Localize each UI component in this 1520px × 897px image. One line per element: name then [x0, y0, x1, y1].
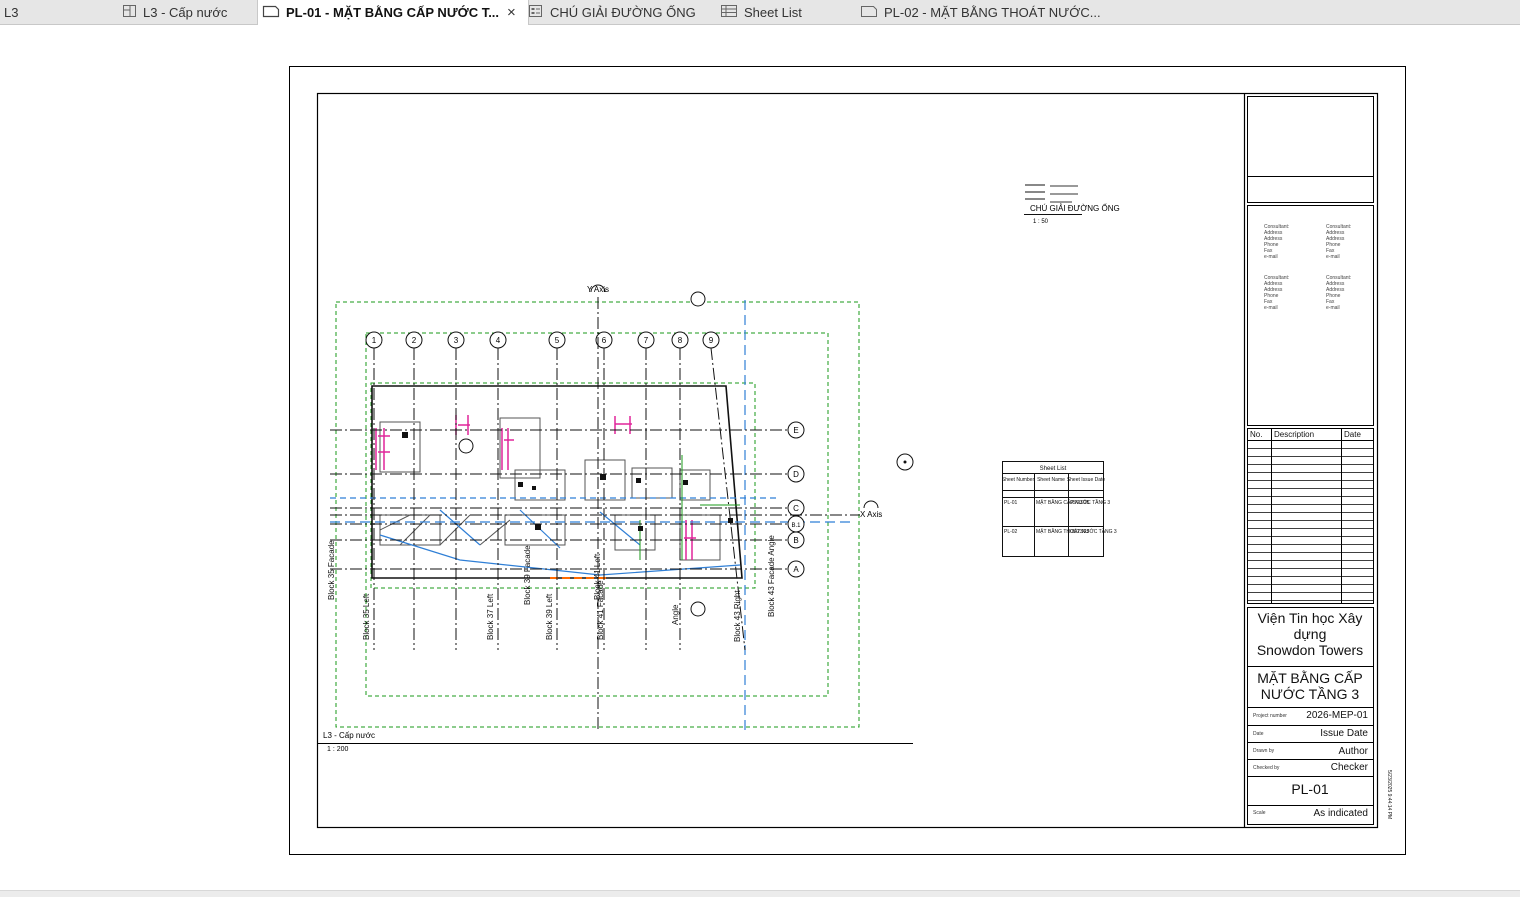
section-marker-top[interactable]: [690, 291, 706, 307]
wall-label: Block 37 Left: [486, 593, 495, 640]
rev-header-description: Description: [1274, 430, 1314, 439]
grid-label: 3: [454, 336, 459, 345]
wall-label: Block 43 Right: [733, 590, 742, 642]
elevation-marker[interactable]: [458, 438, 474, 454]
tab-l3[interactable]: L3: [4, 0, 104, 24]
schedule-frame: [1002, 461, 1104, 557]
project-name: Snowdon Towers: [1256, 642, 1364, 658]
floor-plan-icon: [122, 4, 137, 21]
schedule-cell: PL-01: [1004, 500, 1018, 506]
rev-header-no: No.: [1250, 430, 1262, 439]
company-name: Viện Tin học Xây dựng: [1257, 610, 1363, 642]
legend-icon: [528, 4, 544, 21]
view-scale: 1 : 200: [327, 746, 349, 753]
tab-chu-giai-duong-ong[interactable]: CHÚ GIẢI ĐƯỜNG ỐNG: [528, 0, 708, 24]
wall-label: Block 43 Facade Angle: [767, 535, 776, 617]
grid-label: 7: [644, 336, 649, 345]
wall-label: Block 35 Facade: [327, 540, 336, 600]
grid-label: 4: [496, 336, 501, 345]
wall-label: Block 39 Facade: [523, 545, 532, 605]
grid-label: 6: [602, 336, 607, 345]
sheet-list-schedule[interactable]: Sheet List Sheet Number Sheet Name Sheet…: [1002, 461, 1117, 557]
project-number: 2026-MEP-01: [1306, 710, 1368, 721]
sheet-title: MẶT BẰNG CẤP NƯỚC TẦNG 3: [1257, 670, 1363, 702]
consultant-line: e-mail: [1264, 305, 1278, 311]
grid-label: E: [793, 426, 798, 435]
drawn-by-label: Drawn by: [1253, 748, 1275, 754]
schedule-cell: 05/23/25: [1070, 529, 1090, 535]
tab-sheet-list[interactable]: Sheet List: [720, 0, 850, 24]
schedule-header: Sheet Number: [1002, 477, 1035, 483]
tab-pl-01-sheet[interactable]: PL-01 - MẶT BẰNG CẤP NƯỚC T... ×: [257, 0, 529, 25]
wall-label: Block 41 Left: [593, 553, 602, 600]
sheet-number: PL-01: [1291, 781, 1329, 797]
tab-label: PL-01 - MẶT BẰNG CẤP NƯỚC T...: [286, 5, 500, 20]
scale-label: Scale: [1253, 810, 1266, 816]
schedule-header: Sheet Name: [1037, 477, 1065, 483]
consultant-line: e-mail: [1326, 254, 1340, 260]
legend-title: CHÚ GIẢI ĐƯỜNG ỐNG: [1030, 203, 1120, 213]
view-title: L3 - Cấp nước: [323, 731, 375, 740]
schedule-title: Sheet List: [1040, 466, 1067, 472]
tab-label: L3: [4, 4, 19, 20]
grid-label: 1: [372, 336, 377, 345]
sheet-icon: [262, 4, 280, 21]
wall-label: Block 35 Left: [362, 593, 371, 640]
sheet-border: [289, 66, 1406, 855]
sheet-canvas[interactable]: 1 2 3 4 5 6 7 8 9 E D C B.1 B A Y Axis X Axis Block 35…: [0, 25, 1520, 890]
sheet-icon: [860, 4, 878, 21]
schedule-icon: [720, 4, 738, 21]
rev-header-date: Date: [1344, 430, 1361, 439]
wall-label: Block 39 Left: [545, 593, 554, 640]
grid-label: 8: [678, 336, 683, 345]
callout-marker-dot: [903, 460, 907, 464]
sheet-drawing[interactable]: 1 2 3 4 5 6 7 8 9 E D C B.1 B A Y Axis X Axis Block 35…: [0, 25, 1520, 890]
tab-label: Sheet List: [744, 4, 802, 20]
y-axis-label: Y Axis: [587, 285, 609, 294]
grid-label: D: [793, 470, 799, 479]
checked-by-label: Checked by: [1253, 765, 1280, 771]
tab-label: PL-02 - MẶT BẰNG THOÁT NƯỚC...: [884, 4, 1101, 20]
grid-label: 9: [709, 336, 714, 345]
tab-l3-cap-nuoc[interactable]: L3 - Cấp nước: [122, 0, 252, 24]
date-value: Issue Date: [1320, 728, 1368, 739]
drawn-by: Author: [1338, 746, 1368, 757]
legend-scale: 1 : 50: [1033, 219, 1049, 225]
grid-label: C: [793, 504, 799, 513]
schedule-header: Sheet Issue Date: [1067, 477, 1106, 483]
section-marker-bottom[interactable]: [690, 601, 706, 617]
grid-label: B: [793, 536, 798, 545]
x-axis-label: X Axis: [860, 510, 882, 519]
project-number-label: Project number: [1253, 713, 1287, 719]
consultant-line: e-mail: [1264, 254, 1278, 260]
grid-label: B.1: [791, 523, 801, 529]
grid-label: 2: [412, 336, 417, 345]
view-tab-bar: L3 L3 - Cấp nước PL-01 - MẶT BẰNG CẤP NƯ…: [0, 0, 1520, 25]
checked-by: Checker: [1330, 762, 1368, 773]
scale-value: As indicated: [1313, 808, 1368, 819]
tab-label: CHÚ GIẢI ĐƯỜNG ỐNG: [550, 4, 696, 20]
tab-label: L3 - Cấp nước: [143, 4, 228, 20]
consultant-line: e-mail: [1326, 305, 1340, 311]
tab-pl-02-sheet[interactable]: PL-02 - MẶT BẰNG THOÁT NƯỚC...: [860, 0, 1110, 24]
schedule-cell: 05/23/25: [1070, 500, 1090, 506]
print-timestamp: 5/23/2025 9:44:14 PM: [1386, 770, 1392, 819]
schedule-cell: PL-02: [1004, 529, 1018, 535]
close-tab-icon[interactable]: ×: [507, 4, 516, 21]
grid-label: 5: [555, 336, 560, 345]
grid-label: A: [793, 565, 799, 574]
date-label: Date: [1253, 731, 1264, 737]
wall-label: Angle: [671, 604, 680, 625]
